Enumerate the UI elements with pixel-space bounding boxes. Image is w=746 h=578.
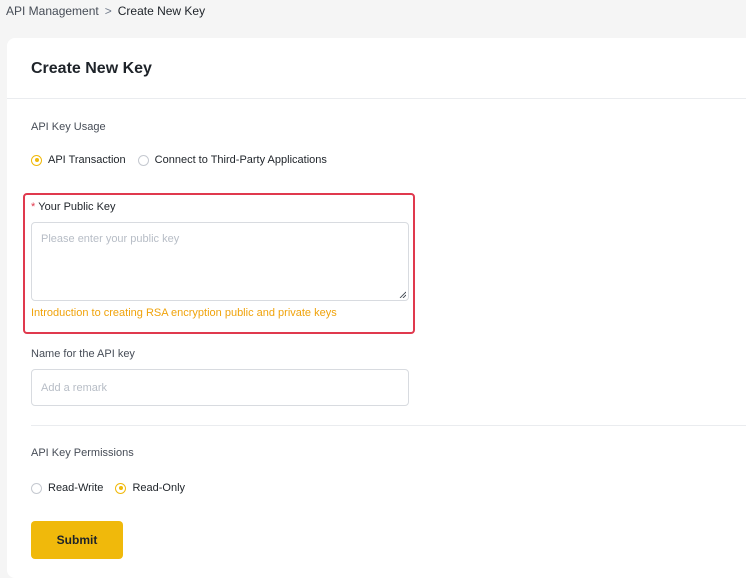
page-title: Create New Key <box>31 60 152 77</box>
public-key-textarea-wrap <box>31 222 409 301</box>
public-key-label-text: Your Public Key <box>38 201 116 213</box>
permission-option-label: Read-Write <box>48 482 104 494</box>
api-key-name-input[interactable] <box>31 369 409 406</box>
radio-checked-icon[interactable] <box>31 154 42 166</box>
usage-option-label: API Transaction <box>48 154 126 166</box>
submit-button[interactable]: Submit <box>31 521 123 559</box>
usage-option-api-transaction[interactable]: API Transaction <box>31 154 126 166</box>
resize-handle-icon[interactable] <box>399 291 406 298</box>
public-key-label: * Your Public Key <box>31 201 116 213</box>
usage-radio-group: API Transaction Connect to Third-Party A… <box>31 154 339 166</box>
breadcrumb-separator: > <box>104 4 112 18</box>
permissions-label: API Key Permissions <box>31 447 134 459</box>
radio-unchecked-icon[interactable] <box>31 482 42 494</box>
create-key-card: Create New Key API Key Usage API Transac… <box>7 38 746 578</box>
api-key-name-label: Name for the API key <box>31 348 135 360</box>
breadcrumb: API Management > Create New Key <box>6 4 205 18</box>
public-key-textarea[interactable] <box>31 222 409 301</box>
breadcrumb-api-management[interactable]: API Management <box>6 4 99 18</box>
rsa-intro-link[interactable]: Introduction to creating RSA encryption … <box>31 307 337 319</box>
usage-option-third-party[interactable]: Connect to Third-Party Applications <box>137 154 327 166</box>
permission-option-label: Read-Only <box>132 482 186 494</box>
radio-checked-icon[interactable] <box>115 482 127 494</box>
radio-unchecked-icon[interactable] <box>137 154 149 166</box>
permission-option-read-only[interactable]: Read-Only <box>115 482 185 494</box>
usage-label: API Key Usage <box>31 121 106 133</box>
permission-option-read-write[interactable]: Read-Write <box>31 482 103 494</box>
required-mark: * <box>31 201 36 213</box>
section-divider <box>31 425 746 426</box>
breadcrumb-current: Create New Key <box>117 4 206 18</box>
header-divider <box>7 98 746 99</box>
api-key-name-wrap <box>31 369 409 406</box>
permissions-radio-group: Read-Write Read-Only <box>31 482 197 494</box>
usage-option-label: Connect to Third-Party Applications <box>154 154 327 166</box>
